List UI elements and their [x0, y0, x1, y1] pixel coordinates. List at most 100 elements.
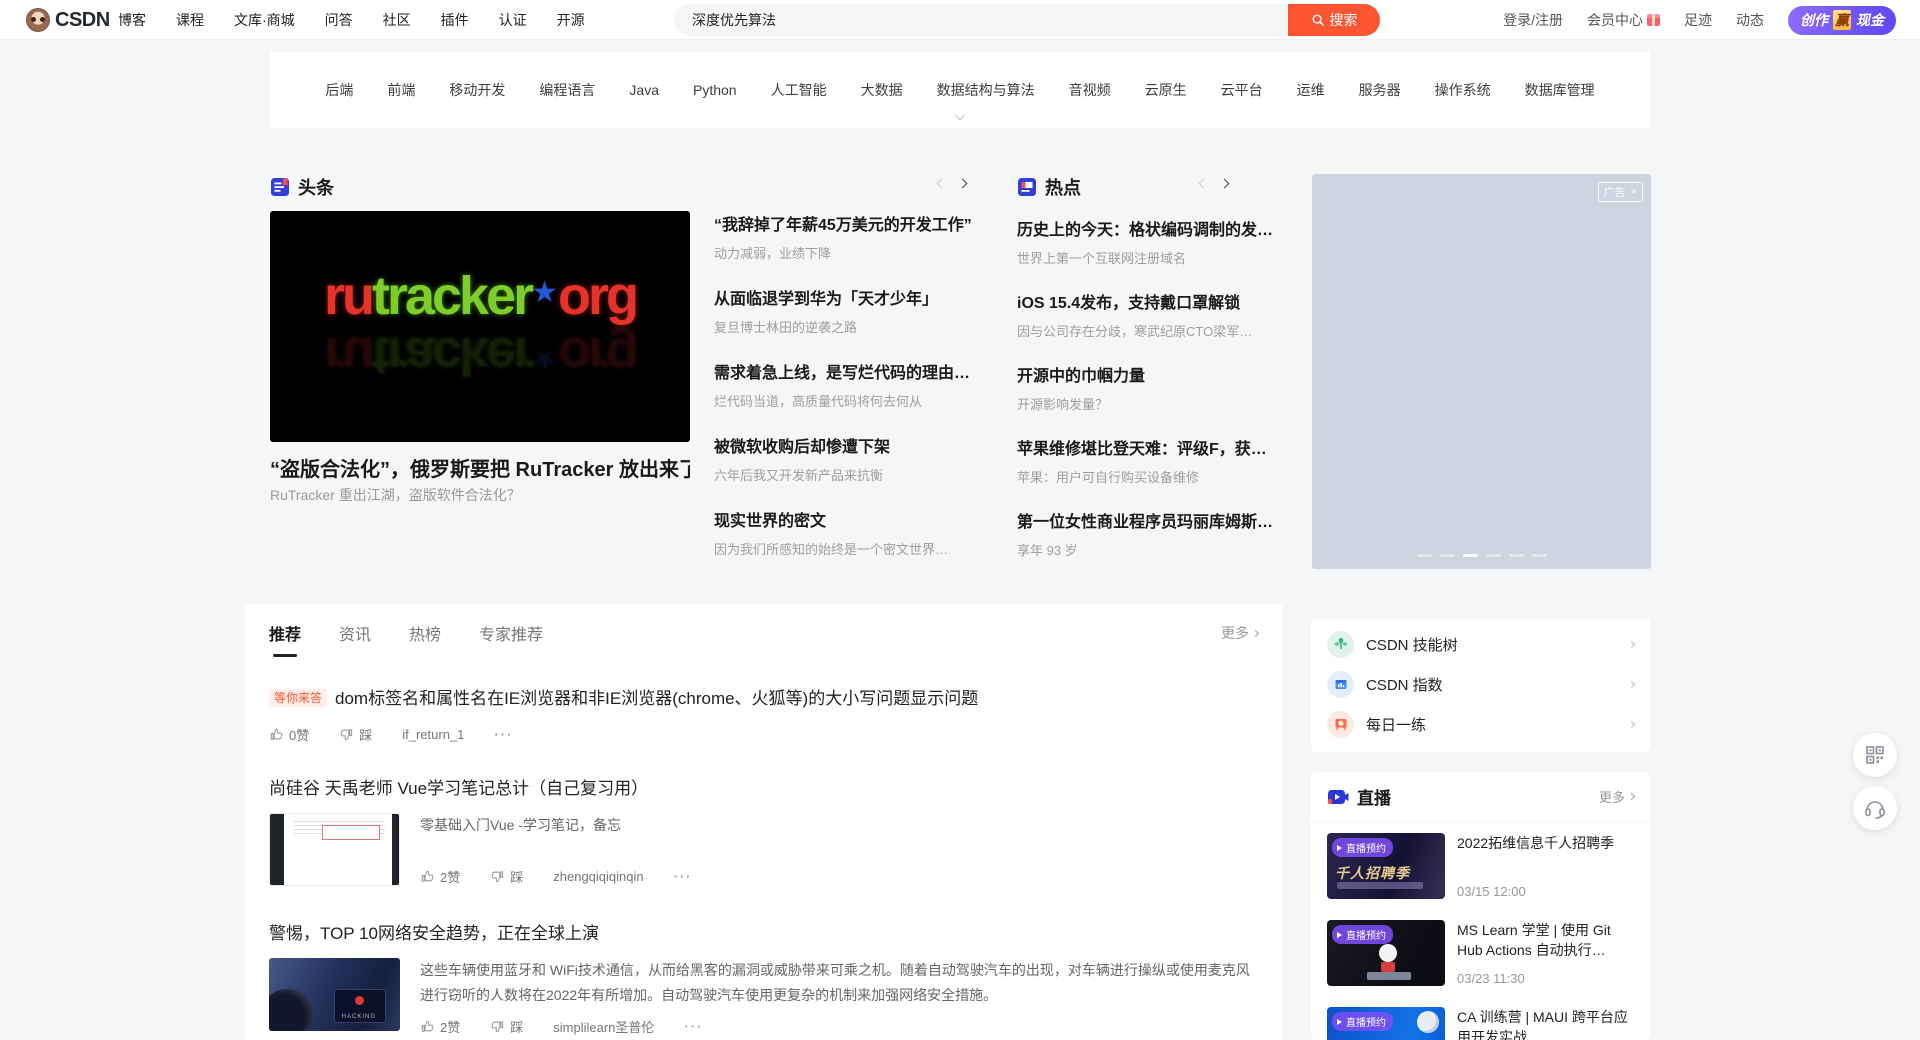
category-item[interactable]: Python: [693, 82, 737, 98]
search-input[interactable]: [675, 4, 1288, 36]
sidebar-item-daily-practice[interactable]: 每日一练: [1311, 704, 1650, 744]
create-earn-cash-button[interactable]: 创作赢现金: [1788, 6, 1896, 35]
headline-main-image[interactable]: rutracker★org rutracker★org: [270, 211, 690, 442]
category-item[interactable]: 操作系统: [1435, 80, 1491, 100]
play-icon: [1337, 1019, 1342, 1025]
carousel-dot[interactable]: [1532, 554, 1547, 557]
headline-main-title[interactable]: “盗版合法化”，俄罗斯要把 RuTracker 放出来了？: [270, 453, 690, 482]
carousel-dot[interactable]: [1486, 554, 1501, 557]
close-icon[interactable]: ×: [1631, 186, 1637, 198]
sidebar-item-csdn-index[interactable]: CSDN 指数: [1311, 664, 1650, 704]
category-item[interactable]: 后端: [325, 80, 353, 100]
category-item[interactable]: 移动开发: [449, 80, 505, 100]
headline-title: 头条: [298, 174, 334, 200]
nav-item-library-mall[interactable]: 文库·商城: [234, 10, 295, 30]
live-item[interactable]: 直播预约 千人招聘季 2022拓维信息千人招聘季 03/15 12:00: [1311, 822, 1650, 909]
tab-expert[interactable]: 专家推荐: [479, 621, 543, 645]
footprint-link[interactable]: 足迹: [1684, 10, 1712, 30]
chevron-left-icon[interactable]: [937, 179, 947, 189]
tab-recommend[interactable]: 推荐: [269, 621, 301, 645]
tab-rank[interactable]: 热榜: [409, 621, 441, 645]
csdn-logo[interactable]: CSDN: [26, 0, 110, 40]
headline-article[interactable]: 从面临退学到华为「天才少年」 复旦博士林田的逆袭之路: [714, 285, 976, 336]
headline-main-subtitle: RuTracker 重出江湖，盗版软件合法化？: [270, 485, 690, 505]
live-more-link[interactable]: 更多: [1599, 787, 1634, 806]
play-icon: [1337, 845, 1342, 851]
dislike-button[interactable]: 踩: [490, 1017, 523, 1036]
carousel-dot[interactable]: [1440, 554, 1455, 557]
live-item[interactable]: 直播预约 MS Learn 学堂 | 使用 Git Hub Actions 自动…: [1311, 909, 1650, 996]
like-button[interactable]: 2赞: [420, 867, 460, 886]
chevron-right-icon[interactable]: [1220, 179, 1230, 189]
category-item[interactable]: 数据库管理: [1525, 80, 1595, 100]
hot-article[interactable]: 开源中的巾帼力量 开源影响发量？: [1017, 362, 1281, 413]
chevron-right-icon[interactable]: [958, 179, 968, 189]
nav-item-course[interactable]: 课程: [176, 10, 204, 30]
feed-item-title[interactable]: 警惕，TOP 10网络安全趋势，正在全球上演: [269, 919, 1258, 944]
feed-item-title[interactable]: dom标签名和属性名在IE浏览器和非IE浏览器(chrome、火狐等)的大小写问…: [335, 689, 978, 708]
nav-item-opensource[interactable]: 开源: [557, 10, 585, 30]
hot-article[interactable]: 苹果维修堪比登天难：评级F，获… 苹果：用户可自行购买设备维修: [1017, 435, 1281, 486]
chevron-down-icon[interactable]: [957, 106, 964, 124]
feed-item[interactable]: 等你来答dom标签名和属性名在IE浏览器和非IE浏览器(chrome、火狐等)的…: [269, 684, 1258, 744]
carousel-dot-active[interactable]: [1463, 554, 1478, 557]
nav-item-plugin[interactable]: 插件: [441, 10, 469, 30]
login-register-link[interactable]: 登录/注册: [1503, 10, 1563, 30]
headline-article[interactable]: “我辞掉了年薪45万美元的开发工作” 动力减弱，业绩下降: [714, 211, 976, 262]
ellipsis-icon[interactable]: ···: [494, 727, 513, 742]
feed-item-title[interactable]: 尚硅谷 天禹老师 Vue学习笔记总计（自己复习用）: [269, 774, 1258, 799]
nav-item-blog[interactable]: 博客: [118, 10, 146, 30]
feed-item[interactable]: 警惕，TOP 10网络安全趋势，正在全球上演 HACKING 这些车辆使用蓝牙和…: [269, 919, 1258, 1036]
feed-item-desc: 这些车辆使用蓝牙和 WiFi技术通信，从而给黑客的漏洞或威胁带来可乘之机。随着自…: [420, 958, 1258, 1007]
member-center-link[interactable]: 会员中心: [1587, 10, 1660, 30]
dislike-button[interactable]: 踩: [339, 725, 372, 744]
nav-item-community[interactable]: 社区: [383, 10, 411, 30]
hot-article[interactable]: 历史上的今天：格状编码调制的发… 世界上第一个互联网注册域名: [1017, 216, 1281, 267]
category-item[interactable]: 云原生: [1145, 80, 1187, 100]
author-link[interactable]: simplilearn圣普伦: [553, 1017, 654, 1036]
like-button[interactable]: 2赞: [420, 1017, 460, 1036]
ellipsis-icon[interactable]: ···: [674, 869, 693, 884]
headline-article[interactable]: 现实世界的密文 因为我们所感知的始终是一个密文世界…: [714, 507, 976, 558]
topbar-right: 登录/注册 会员中心 足迹 动态 创作赢现金: [1503, 0, 1896, 40]
category-item[interactable]: 编程语言: [539, 80, 595, 100]
qr-code-button[interactable]: [1853, 733, 1897, 777]
search-button[interactable]: 搜索: [1288, 4, 1380, 36]
live-item[interactable]: 直播预约 CA训练营 CA 训练营 | MAUI 跨平台应用开发实战: [1311, 996, 1650, 1040]
carousel-dot[interactable]: [1417, 554, 1432, 557]
sidebar-tools-card: CSDN 技能树 CSDN 指数 每日一练: [1311, 618, 1650, 752]
carousel-dot[interactable]: [1509, 554, 1524, 557]
category-item[interactable]: 音视频: [1069, 80, 1111, 100]
author-link[interactable]: if_return_1: [402, 727, 464, 742]
article-thumbnail[interactable]: [269, 813, 400, 886]
category-item[interactable]: 大数据: [861, 80, 903, 100]
chevron-left-icon[interactable]: [1199, 179, 1209, 189]
nav-item-qa[interactable]: 问答: [325, 10, 353, 30]
feed-more-link[interactable]: 更多: [1221, 623, 1258, 643]
hot-article[interactable]: iOS 15.4发布，支持戴口罩解锁 因与公司存在分歧，寒武纪原CTO梁军…: [1017, 289, 1281, 340]
customer-service-button[interactable]: [1853, 786, 1897, 830]
category-item[interactable]: 云平台: [1221, 80, 1263, 100]
category-item[interactable]: 服务器: [1359, 80, 1401, 100]
ellipsis-icon[interactable]: ···: [684, 1019, 703, 1034]
nav-item-certification[interactable]: 认证: [499, 10, 527, 30]
category-item[interactable]: 前端: [387, 80, 415, 100]
author-link[interactable]: zhengqiqiqinqin: [553, 869, 643, 884]
live-item-title: CA 训练营 | MAUI 跨平台应用开发实战: [1457, 1007, 1634, 1040]
feed-item[interactable]: 尚硅谷 天禹老师 Vue学习笔记总计（自己复习用） 零基础入门Vue -学习笔记…: [269, 774, 1258, 886]
feed-tabs: 推荐 资讯 热榜 专家推荐 更多: [269, 604, 1258, 662]
article-thumbnail[interactable]: HACKING: [269, 958, 400, 1031]
sidebar-item-skill-tree[interactable]: CSDN 技能树: [1311, 624, 1650, 664]
headline-article[interactable]: 需求着急上线，是写烂代码的理由… 烂代码当道，高质量代码将何去何从: [714, 359, 976, 410]
moments-link[interactable]: 动态: [1736, 10, 1764, 30]
category-item[interactable]: 人工智能: [771, 80, 827, 100]
headline-article[interactable]: 被微软收购后却惨遭下架 六年后我又开发新产品来抗衡: [714, 433, 976, 484]
category-item[interactable]: 数据结构与算法: [937, 80, 1035, 100]
category-item[interactable]: Java: [629, 82, 659, 98]
hot-article[interactable]: 第一位女性商业程序员玛丽库姆斯… 享年 93 岁: [1017, 508, 1281, 559]
like-button[interactable]: 0赞: [269, 725, 309, 744]
category-item[interactable]: 运维: [1297, 80, 1325, 100]
tab-news[interactable]: 资讯: [339, 621, 371, 645]
dislike-button[interactable]: 踩: [490, 867, 523, 886]
ad-banner[interactable]: 广告 ×: [1312, 174, 1651, 569]
